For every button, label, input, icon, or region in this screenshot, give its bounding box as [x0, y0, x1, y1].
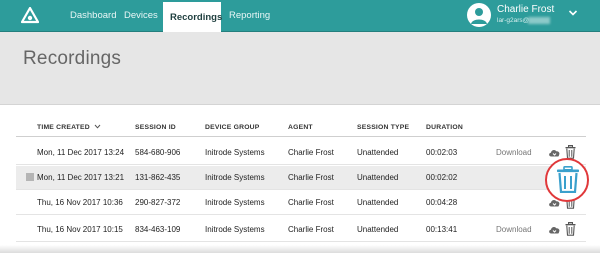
user-email: lar-g2ars@: [497, 17, 530, 24]
cell-duration: 00:02:02: [426, 173, 458, 182]
cell-device-group: Initrode Systems: [205, 148, 265, 157]
chevron-down-icon[interactable]: [568, 8, 578, 18]
cell-session-id: 834-463-109: [135, 225, 181, 234]
trash-icon[interactable]: [565, 145, 576, 159]
column-header-time-created[interactable]: TIME CREATED: [37, 124, 101, 131]
column-header-label: TIME CREATED: [37, 124, 90, 131]
trash-icon[interactable]: [556, 166, 580, 193]
top-nav-bar: Dashboard Devices Recordings Reporting C…: [0, 0, 600, 33]
cell-device-group: Initrode Systems: [205, 225, 265, 234]
cell-device-group: Initrode Systems: [205, 198, 265, 207]
table-row[interactable]: Mon, 11 Dec 2017 13:24 584-680-906 Initr…: [16, 141, 586, 165]
column-header-device-group: DEVICE GROUP: [205, 124, 260, 131]
cell-duration: 00:13:41: [426, 225, 458, 234]
nav-dashboard[interactable]: Dashboard: [63, 0, 123, 31]
row-checkbox[interactable]: [26, 173, 34, 181]
cell-session-type: Unattended: [357, 148, 399, 157]
table-row[interactable]: Mon, 11 Dec 2017 13:21 131-862-435 Initr…: [16, 166, 586, 190]
cell-time-created: Thu, 16 Nov 2017 10:15: [37, 225, 123, 234]
cell-time-created: Mon, 11 Dec 2017 13:24: [37, 148, 125, 157]
cloud-download-icon[interactable]: [548, 147, 561, 158]
logo-icon[interactable]: [21, 7, 39, 25]
page-edge-shadow: [0, 245, 600, 253]
cell-time-created: Mon, 11 Dec 2017 13:21: [37, 173, 125, 182]
column-header-agent: AGENT: [288, 124, 313, 131]
trash-icon[interactable]: [565, 222, 576, 236]
column-header-session-id: SESSION ID: [135, 124, 176, 131]
column-header-session-type: SESSION TYPE: [357, 124, 410, 131]
user-name[interactable]: Charlie Frost: [497, 4, 554, 15]
cell-device-group: Initrode Systems: [205, 173, 265, 182]
download-link[interactable]: Download: [496, 141, 532, 164]
nav-devices[interactable]: Devices: [117, 0, 165, 31]
cell-session-id: 131-862-435: [135, 173, 181, 182]
cell-session-type: Unattended: [357, 173, 399, 182]
cell-session-type: Unattended: [357, 225, 399, 234]
avatar[interactable]: [467, 3, 491, 27]
cell-session-id: 290-827-372: [135, 198, 181, 207]
user-email-redaction: [528, 17, 550, 24]
cell-session-type: Unattended: [357, 198, 399, 207]
cloud-download-icon[interactable]: [548, 224, 561, 235]
cell-agent: Charlie Frost: [288, 148, 334, 157]
table-row[interactable]: Thu, 16 Nov 2017 10:15 834-463-109 Initr…: [16, 218, 586, 242]
table-header-divider: [16, 136, 586, 137]
page-title: Recordings: [23, 48, 122, 69]
cell-duration: 00:04:28: [426, 198, 458, 207]
cell-duration: 00:02:03: [426, 148, 458, 157]
table-row[interactable]: Thu, 16 Nov 2017 10:36 290-827-372 Initr…: [16, 191, 586, 215]
cell-agent: Charlie Frost: [288, 225, 334, 234]
user-icon: [471, 8, 487, 24]
cell-session-id: 584-680-906: [135, 148, 181, 157]
download-link[interactable]: Download: [496, 218, 532, 241]
cell-agent: Charlie Frost: [288, 173, 334, 182]
cell-time-created: Thu, 16 Nov 2017 10:36: [37, 198, 123, 207]
column-header-duration: DURATION: [426, 124, 463, 131]
nav-recordings[interactable]: Recordings: [163, 2, 222, 33]
cell-agent: Charlie Frost: [288, 198, 334, 207]
sort-chevron-icon: [94, 124, 101, 129]
nav-reporting[interactable]: Reporting: [222, 0, 277, 31]
